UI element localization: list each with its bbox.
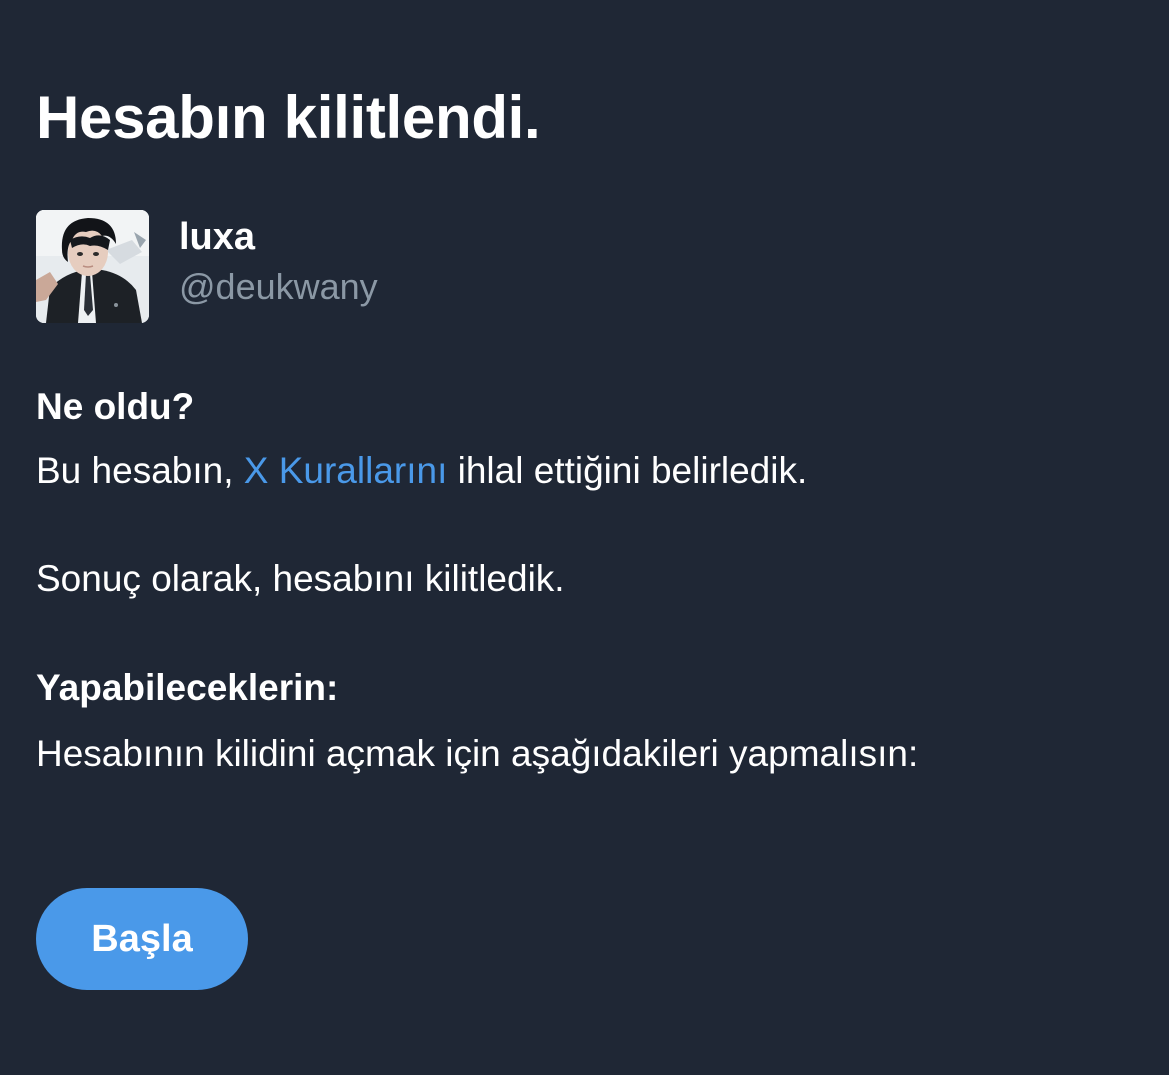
account-name: luxa bbox=[179, 216, 256, 258]
result-sentence: Sonuç olarak, hesabını kilitledik. bbox=[36, 558, 565, 599]
page-title: Hesabın kilitlendi. bbox=[36, 84, 541, 151]
start-button[interactable]: Başla bbox=[36, 888, 248, 990]
profile-photo-image bbox=[36, 210, 149, 323]
what-happened-heading: Ne oldu? bbox=[36, 386, 195, 427]
violation-sentence: Bu hesabın, X Kurallarını ihlal ettiğini… bbox=[36, 448, 807, 494]
violation-sentence-prefix: Bu hesabın, bbox=[36, 450, 244, 491]
violation-sentence-suffix: ihlal ettiğini belirledik. bbox=[447, 450, 808, 491]
x-rules-link[interactable]: X Kurallarını bbox=[244, 450, 448, 491]
avatar bbox=[36, 210, 149, 323]
what-you-can-do-heading: Yapabileceklerin: bbox=[36, 667, 339, 708]
unlock-instruction: Hesabının kilidini açmak için aşağıdakil… bbox=[36, 733, 919, 774]
account-handle: @deukwany bbox=[179, 266, 378, 307]
locked-account-page: Hesabın kilitlendi. luxa @deukwany Ne ol… bbox=[36, 0, 1146, 1075]
